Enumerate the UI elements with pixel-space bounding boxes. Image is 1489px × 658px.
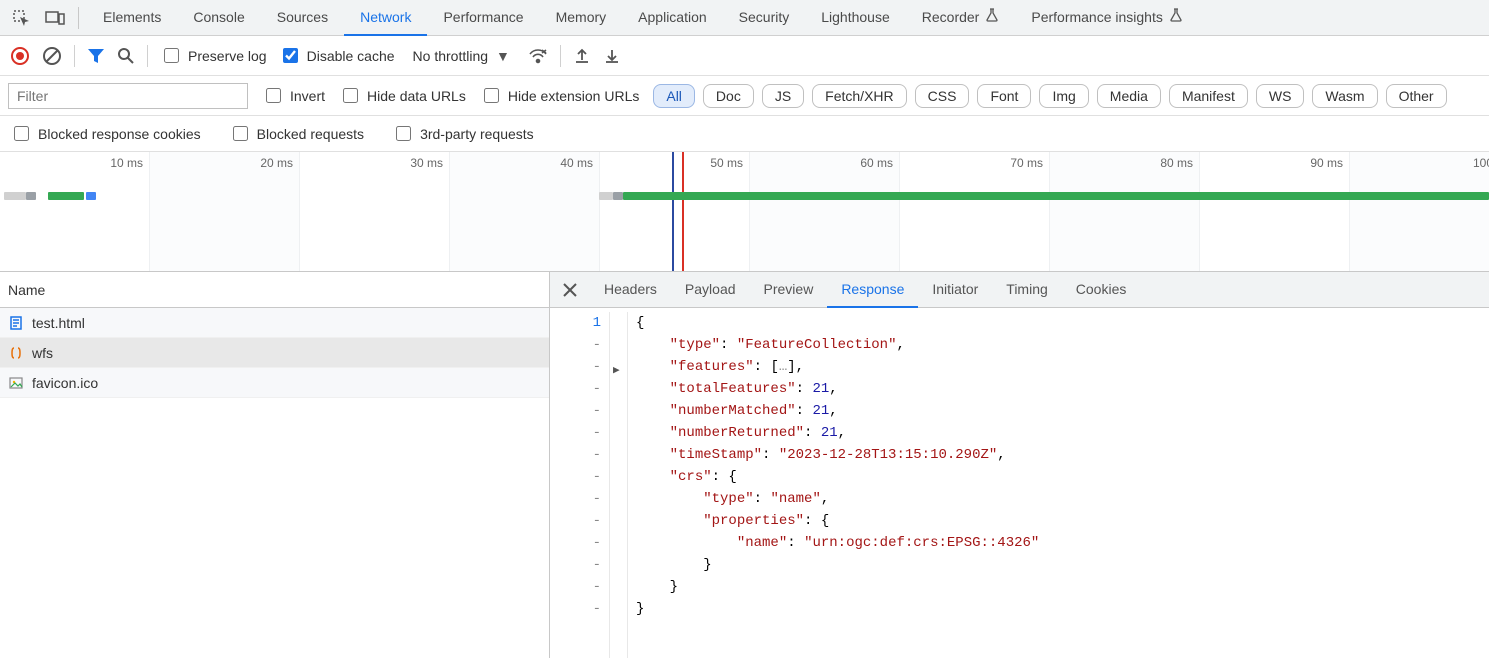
preserve-log-checkbox[interactable]: Preserve log: [160, 45, 267, 66]
request-row[interactable]: test.html: [0, 308, 549, 338]
type-filter-wasm[interactable]: Wasm: [1312, 84, 1377, 108]
separator: [147, 45, 148, 67]
panel-tab-recorder[interactable]: Recorder: [906, 0, 1016, 36]
timeline-tick: 40 ms: [560, 156, 593, 170]
panel-tab-console[interactable]: Console: [177, 0, 260, 36]
detail-tab-timing[interactable]: Timing: [992, 272, 1062, 308]
network-toolbar: Preserve log Disable cache No throttling…: [0, 36, 1489, 76]
disable-cache-label: Disable cache: [307, 48, 395, 64]
timeline-tick: 80 ms: [1160, 156, 1193, 170]
type-filter-css[interactable]: CSS: [915, 84, 970, 108]
fold-arrow-icon[interactable]: ▶: [613, 360, 620, 382]
download-har-icon[interactable]: [603, 47, 621, 65]
timeline-tick: 90 ms: [1310, 156, 1343, 170]
request-row[interactable]: wfs: [0, 338, 549, 368]
hide-data-urls-checkbox[interactable]: Hide data URLs: [339, 85, 466, 106]
separator: [560, 45, 561, 67]
detail-tab-cookies[interactable]: Cookies: [1062, 272, 1141, 308]
panel-tab-application[interactable]: Application: [622, 0, 723, 36]
type-filter-other[interactable]: Other: [1386, 84, 1447, 108]
hide-extension-urls-checkbox[interactable]: Hide extension URLs: [480, 85, 640, 106]
panel-tab-lighthouse[interactable]: Lighthouse: [805, 0, 906, 36]
detail-tab-preview[interactable]: Preview: [750, 272, 828, 308]
panel-tab-memory[interactable]: Memory: [540, 0, 623, 36]
timeline-tick: 30 ms: [410, 156, 443, 170]
resource-type-filters: All Doc JS Fetch/XHR CSS Font Img Media Manifest…: [653, 84, 1446, 108]
search-icon[interactable]: [117, 47, 135, 65]
preserve-log-label: Preserve log: [188, 48, 267, 64]
detail-tab-headers[interactable]: Headers: [590, 272, 671, 308]
upload-har-icon[interactable]: [573, 47, 591, 65]
type-filter-font[interactable]: Font: [977, 84, 1031, 108]
filter-bar-2: Blocked response cookies Blocked request…: [0, 116, 1489, 152]
invert-checkbox[interactable]: Invert: [262, 85, 325, 106]
detail-tab-response[interactable]: Response: [827, 272, 918, 308]
request-name: wfs: [32, 345, 53, 361]
request-list: Name test.html wfs favicon.ico: [0, 272, 550, 658]
timeline-tick: 20 ms: [260, 156, 293, 170]
panel-tab-bar: ElementsConsoleSourcesNetworkPerformance…: [0, 0, 1489, 36]
request-list-header[interactable]: Name: [0, 272, 549, 308]
type-filter-manifest[interactable]: Manifest: [1169, 84, 1248, 108]
blocked-response-cookies-checkbox[interactable]: Blocked response cookies: [10, 123, 201, 144]
detail-tab-bar: HeadersPayloadPreviewResponseInitiatorTi…: [550, 272, 1489, 308]
type-filter-fetchxhr[interactable]: Fetch/XHR: [812, 84, 906, 108]
type-filter-ws[interactable]: WS: [1256, 84, 1305, 108]
divider: [78, 7, 79, 29]
inspect-icon[interactable]: [6, 3, 36, 33]
filter-input[interactable]: [8, 83, 248, 109]
close-detail-icon[interactable]: [556, 276, 584, 304]
panel-tab-sources[interactable]: Sources: [261, 0, 344, 36]
type-filter-img[interactable]: Img: [1039, 84, 1088, 108]
panel-tab-elements[interactable]: Elements: [87, 0, 177, 36]
type-filter-all[interactable]: All: [653, 84, 695, 108]
response-body[interactable]: 1------------- ▶ { "type": "FeatureColle…: [550, 308, 1489, 658]
json-icon: [8, 345, 24, 361]
request-row[interactable]: favicon.ico: [0, 368, 549, 398]
type-filter-js[interactable]: JS: [762, 84, 804, 108]
type-filter-media[interactable]: Media: [1097, 84, 1161, 108]
panel-tab-performance[interactable]: Performance: [427, 0, 539, 36]
blocked-requests-checkbox[interactable]: Blocked requests: [229, 123, 364, 144]
panel-tab-network[interactable]: Network: [344, 0, 427, 36]
filter-bar: Invert Hide data URLs Hide extension URL…: [0, 76, 1489, 116]
request-name: favicon.ico: [32, 375, 98, 391]
timeline-tick: 100: [1473, 156, 1489, 170]
network-conditions-icon[interactable]: [528, 47, 548, 65]
throttling-value: No throttling: [413, 48, 488, 64]
doc-icon: [8, 315, 24, 331]
network-split: Name test.html wfs favicon.ico HeadersPayl…: [0, 272, 1489, 658]
panel-tab-security[interactable]: Security: [723, 0, 806, 36]
timeline-tick: 10 ms: [110, 156, 143, 170]
separator: [74, 45, 75, 67]
type-filter-doc[interactable]: Doc: [703, 84, 754, 108]
request-name: test.html: [32, 315, 85, 331]
detail-tab-payload[interactable]: Payload: [671, 272, 750, 308]
flask-icon: [1169, 8, 1183, 25]
waterfall-overview[interactable]: 10 ms 20 ms 30 ms 40 ms 50 ms 60 ms 70 ms 80 ms…: [0, 152, 1489, 272]
third-party-checkbox[interactable]: 3rd-party requests: [392, 123, 534, 144]
timeline-tick: 50 ms: [710, 156, 743, 170]
throttling-select[interactable]: No throttling ▼: [407, 48, 516, 64]
request-detail-pane: HeadersPayloadPreviewResponseInitiatorTi…: [550, 272, 1489, 658]
record-button[interactable]: [10, 46, 30, 66]
clear-button[interactable]: [42, 46, 62, 66]
timeline-tick: 60 ms: [860, 156, 893, 170]
timeline-tick: 70 ms: [1010, 156, 1043, 170]
img-icon: [8, 375, 24, 391]
detail-tab-initiator[interactable]: Initiator: [918, 272, 992, 308]
chevron-down-icon: ▼: [496, 48, 510, 64]
disable-cache-checkbox[interactable]: Disable cache: [279, 45, 395, 66]
device-toolbar-icon[interactable]: [40, 3, 70, 33]
flask-icon: [985, 8, 999, 25]
panel-tab-performance-insights[interactable]: Performance insights: [1015, 0, 1199, 36]
filter-icon[interactable]: [87, 47, 105, 65]
